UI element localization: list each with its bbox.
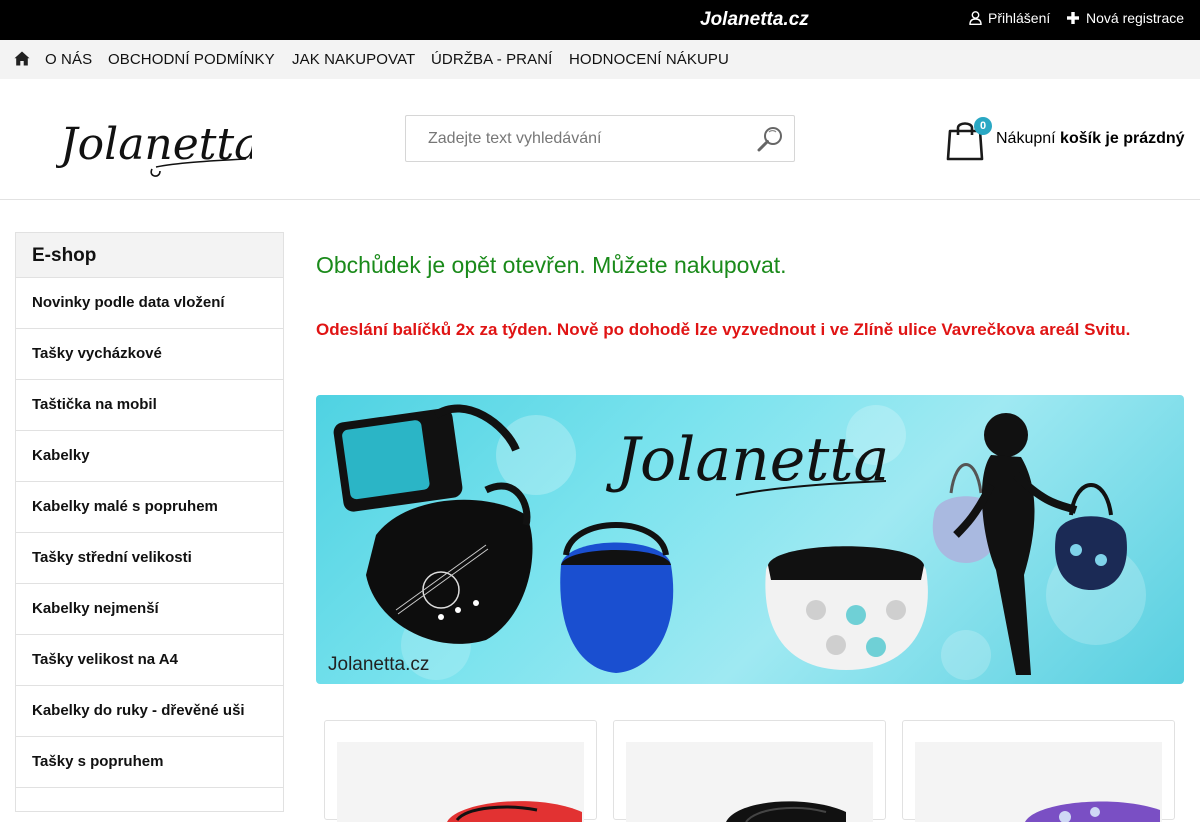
login-label: Přihlášení: [988, 10, 1051, 26]
bag-cats: [765, 546, 928, 670]
sidebar-title: E-shop: [16, 233, 283, 278]
sidebar-item-tasky-s-popruhem[interactable]: Tašky s popruhem: [16, 737, 283, 788]
nav-item-udrzba-prani[interactable]: ÚDRŽBA - PRANÍ: [431, 51, 552, 68]
plus-icon: [1067, 12, 1079, 24]
user-icon: [969, 11, 982, 25]
cart-status: košík je prázdný: [1060, 130, 1185, 147]
bag-teal-messenger: [333, 404, 520, 512]
sidebar-item-kabelky[interactable]: Kabelky: [16, 431, 283, 482]
shop-open-notice: Obchůdek je opět otevřen. Můžete nakupov…: [316, 252, 787, 278]
sidebar-item-kabelky-nejmensi[interactable]: Kabelky nejmenší: [16, 584, 283, 635]
product-card[interactable]: [613, 720, 886, 822]
sidebar-item-tasticka-na-mobil[interactable]: Taštička na mobil: [16, 380, 283, 431]
site-logo[interactable]: Jolanetta: [56, 105, 252, 181]
hero-banner[interactable]: Jolanetta Jolanetta.cz: [316, 395, 1184, 684]
product-card[interactable]: [324, 720, 597, 822]
main-nav: O NÁS OBCHODNÍ PODMÍNKY JAK NAKUPOVAT ÚD…: [0, 40, 1200, 79]
product-image: [337, 742, 584, 822]
search-icon[interactable]: [756, 125, 784, 153]
product-card[interactable]: [902, 720, 1175, 822]
category-sidebar: E-shop Novinky podle data vložení Tašky …: [15, 232, 284, 812]
sidebar-item-kabelky-do-ruky[interactable]: Kabelky do ruky - dřevěné uši: [16, 686, 283, 737]
nav-item-hodnoceni-nakupu[interactable]: HODNOCENÍ NÁKUPU: [569, 51, 729, 68]
sidebar-item-tasky-stredni-velikosti[interactable]: Tašky střední velikosti: [16, 533, 283, 584]
search-input[interactable]: [406, 116, 746, 161]
cart-count-badge: 0: [974, 117, 992, 135]
sidebar-item-tasky-velikost-a4[interactable]: Tašky velikost na A4: [16, 635, 283, 686]
banner-logo: Jolanetta: [605, 425, 889, 495]
register-link[interactable]: Nová registrace: [1067, 10, 1184, 26]
logo-text: Jolanetta: [56, 119, 252, 170]
banner-watermark: Jolanetta.cz: [328, 654, 430, 675]
top-bar: Jolanetta.cz Přihlášení Nová registrace: [0, 0, 1200, 40]
register-label: Nová registrace: [1086, 10, 1185, 26]
bag-floral: [1055, 483, 1127, 590]
bag-guitar: [366, 482, 533, 644]
home-icon[interactable]: [14, 51, 30, 66]
nav-item-obchodni-podminky[interactable]: OBCHODNÍ PODMÍNKY: [108, 51, 275, 68]
site-brand-link[interactable]: Jolanetta.cz: [700, 9, 809, 31]
bag-blue: [560, 522, 674, 673]
sidebar-item-novinky[interactable]: Novinky podle data vložení: [16, 278, 283, 329]
cart-status-text: Nákupní košík je prázdný: [996, 130, 1185, 148]
banner-artwork: Jolanetta: [333, 404, 1146, 680]
sidebar-item-kabelky-male-s-popruhem[interactable]: Kabelky malé s popruhem: [16, 482, 283, 533]
cart-prefix: Nákupní: [996, 130, 1056, 147]
login-link[interactable]: Přihlášení: [969, 10, 1050, 26]
product-image: [626, 742, 873, 822]
nav-item-o-nas[interactable]: O NÁS: [45, 51, 92, 68]
search-box: [405, 115, 795, 162]
sidebar-item-tasky-vychazkove[interactable]: Tašky vycházkové: [16, 329, 283, 380]
product-image: [915, 742, 1162, 822]
nav-item-jak-nakupovat[interactable]: JAK NAKUPOVAT: [292, 51, 415, 68]
site-header: Jolanetta 0 Nákupní košík je prázdný: [0, 79, 1200, 200]
shipping-notice: Odeslání balíčků 2x za týden. Nově po do…: [316, 320, 1131, 339]
